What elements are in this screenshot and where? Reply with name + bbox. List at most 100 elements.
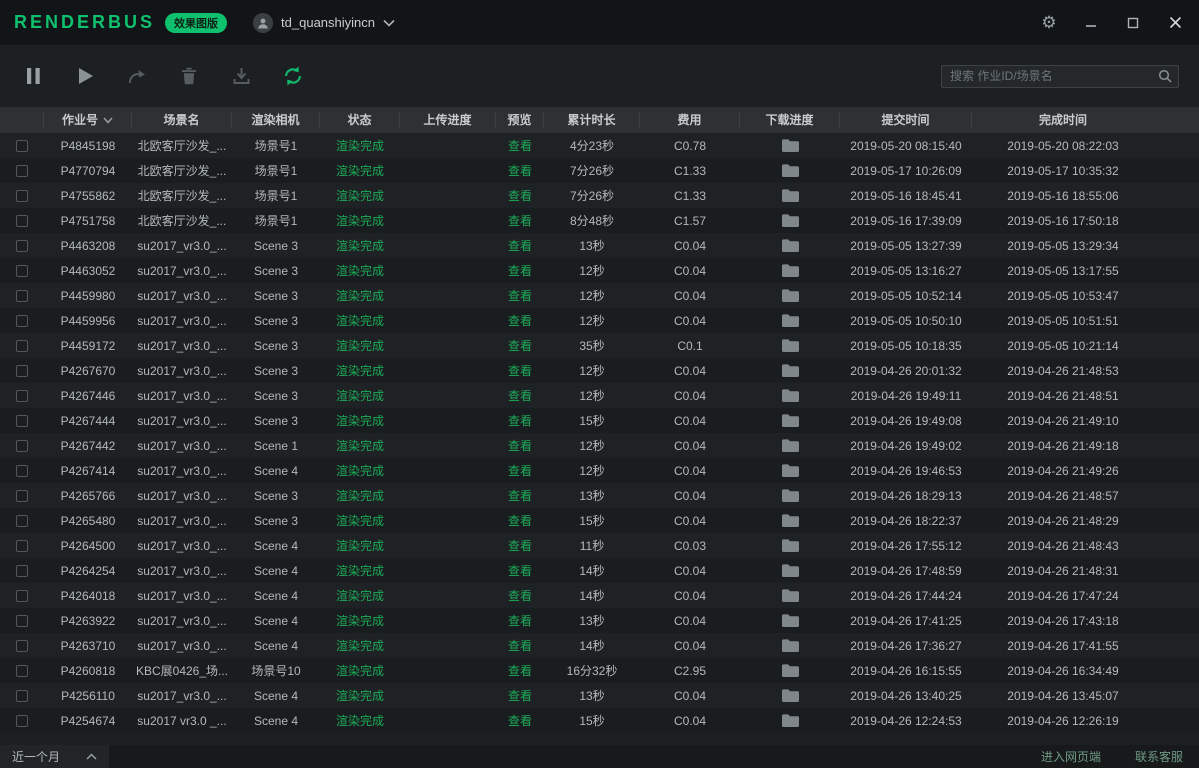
row-checkbox[interactable] bbox=[16, 340, 28, 352]
user-account-menu[interactable]: td_quanshiyincn bbox=[253, 13, 395, 33]
download-button[interactable] bbox=[228, 63, 254, 89]
preview-link[interactable]: 查看 bbox=[496, 508, 544, 533]
row-checkbox[interactable] bbox=[16, 440, 28, 452]
header-job-id[interactable]: 作业号 bbox=[44, 112, 132, 128]
row-checkbox[interactable] bbox=[16, 415, 28, 427]
table-row[interactable]: P4459980su2017_vr3.0_...Scene 3渲染完成查看12秒… bbox=[0, 283, 1199, 308]
download-folder-icon[interactable] bbox=[740, 233, 840, 258]
table-row[interactable]: P4254674su2017 vr3.0 _...Scene 4渲染完成查看15… bbox=[0, 708, 1199, 733]
preview-link[interactable]: 查看 bbox=[496, 183, 544, 208]
preview-link[interactable]: 查看 bbox=[496, 658, 544, 683]
download-folder-icon[interactable] bbox=[740, 508, 840, 533]
preview-link[interactable]: 查看 bbox=[496, 633, 544, 658]
table-row[interactable]: P4463208su2017_vr3.0_...Scene 3渲染完成查看13秒… bbox=[0, 233, 1199, 258]
download-folder-icon[interactable] bbox=[740, 208, 840, 233]
preview-link[interactable]: 查看 bbox=[496, 383, 544, 408]
search-input[interactable] bbox=[950, 69, 1158, 83]
download-folder-icon[interactable] bbox=[740, 383, 840, 408]
row-checkbox[interactable] bbox=[16, 665, 28, 677]
table-row[interactable]: P4263922su2017_vr3.0_...Scene 4渲染完成查看13秒… bbox=[0, 608, 1199, 633]
table-row[interactable]: P4263710su2017_vr3.0_...Scene 4渲染完成查看14秒… bbox=[0, 633, 1199, 658]
preview-link[interactable]: 查看 bbox=[496, 358, 544, 383]
row-checkbox[interactable] bbox=[16, 690, 28, 702]
close-button[interactable] bbox=[1165, 13, 1185, 33]
chevron-down-icon[interactable] bbox=[103, 117, 113, 124]
row-checkbox[interactable] bbox=[16, 165, 28, 177]
table-row[interactable]: P4770794北欧客厅沙发_...场景号1渲染完成查看7分26秒C1.3320… bbox=[0, 158, 1199, 183]
delete-button[interactable] bbox=[176, 63, 202, 89]
row-checkbox[interactable] bbox=[16, 565, 28, 577]
preview-link[interactable]: 查看 bbox=[496, 408, 544, 433]
preview-link[interactable]: 查看 bbox=[496, 483, 544, 508]
row-checkbox[interactable] bbox=[16, 615, 28, 627]
maximize-button[interactable] bbox=[1123, 13, 1143, 33]
download-folder-icon[interactable] bbox=[740, 483, 840, 508]
settings-gear-icon[interactable]: ⚙ bbox=[1039, 13, 1059, 33]
row-checkbox[interactable] bbox=[16, 465, 28, 477]
row-checkbox[interactable] bbox=[16, 240, 28, 252]
table-row[interactable]: P4267442su2017_vr3.0_...Scene 1渲染完成查看12秒… bbox=[0, 433, 1199, 458]
download-folder-icon[interactable] bbox=[740, 708, 840, 733]
contact-support-link[interactable]: 联系客服 bbox=[1135, 748, 1183, 765]
table-row[interactable]: P4463052su2017_vr3.0_...Scene 3渲染完成查看12秒… bbox=[0, 258, 1199, 283]
row-checkbox[interactable] bbox=[16, 190, 28, 202]
table-row[interactable]: P4267414su2017_vr3.0_...Scene 4渲染完成查看12秒… bbox=[0, 458, 1199, 483]
table-row[interactable]: P4264500su2017_vr3.0_...Scene 4渲染完成查看11秒… bbox=[0, 533, 1199, 558]
table-row[interactable]: P4264018su2017_vr3.0_...Scene 4渲染完成查看14秒… bbox=[0, 583, 1199, 608]
row-checkbox[interactable] bbox=[16, 490, 28, 502]
download-folder-icon[interactable] bbox=[740, 333, 840, 358]
table-row[interactable]: P4755862北欧客厅沙发_...场景号1渲染完成查看7分26秒C1.3320… bbox=[0, 183, 1199, 208]
preview-link[interactable]: 查看 bbox=[496, 208, 544, 233]
row-checkbox[interactable] bbox=[16, 215, 28, 227]
preview-link[interactable]: 查看 bbox=[496, 433, 544, 458]
download-folder-icon[interactable] bbox=[740, 558, 840, 583]
preview-link[interactable]: 查看 bbox=[496, 708, 544, 733]
row-checkbox[interactable] bbox=[16, 590, 28, 602]
download-folder-icon[interactable] bbox=[740, 408, 840, 433]
open-web-link[interactable]: 进入网页端 bbox=[1041, 748, 1101, 765]
search-icon[interactable] bbox=[1158, 69, 1172, 83]
row-checkbox[interactable] bbox=[16, 640, 28, 652]
download-folder-icon[interactable] bbox=[740, 283, 840, 308]
preview-link[interactable]: 查看 bbox=[496, 158, 544, 183]
download-folder-icon[interactable] bbox=[740, 633, 840, 658]
row-checkbox[interactable] bbox=[16, 365, 28, 377]
download-folder-icon[interactable] bbox=[740, 258, 840, 283]
row-checkbox[interactable] bbox=[16, 290, 28, 302]
preview-link[interactable]: 查看 bbox=[496, 533, 544, 558]
table-row[interactable]: P4256110su2017_vr3.0_...Scene 4渲染完成查看13秒… bbox=[0, 683, 1199, 708]
preview-link[interactable]: 查看 bbox=[496, 583, 544, 608]
preview-link[interactable]: 查看 bbox=[496, 608, 544, 633]
row-checkbox[interactable] bbox=[16, 265, 28, 277]
pause-button[interactable] bbox=[20, 63, 46, 89]
row-checkbox[interactable] bbox=[16, 390, 28, 402]
table-row[interactable]: P4260818KBC展0426_场...场景号10渲染完成查看16分32秒C2… bbox=[0, 658, 1199, 683]
download-folder-icon[interactable] bbox=[740, 183, 840, 208]
preview-link[interactable]: 查看 bbox=[496, 683, 544, 708]
table-row[interactable]: P4459956su2017_vr3.0_...Scene 3渲染完成查看12秒… bbox=[0, 308, 1199, 333]
row-checkbox[interactable] bbox=[16, 515, 28, 527]
preview-link[interactable]: 查看 bbox=[496, 133, 544, 158]
minimize-button[interactable] bbox=[1081, 13, 1101, 33]
table-row[interactable]: P4751758北欧客厅沙发_...场景号1渲染完成查看8分48秒C1.5720… bbox=[0, 208, 1199, 233]
preview-link[interactable]: 查看 bbox=[496, 283, 544, 308]
preview-link[interactable]: 查看 bbox=[496, 333, 544, 358]
table-row[interactable]: P4264254su2017_vr3.0_...Scene 4渲染完成查看14秒… bbox=[0, 558, 1199, 583]
download-folder-icon[interactable] bbox=[740, 533, 840, 558]
preview-link[interactable]: 查看 bbox=[496, 233, 544, 258]
preview-link[interactable]: 查看 bbox=[496, 308, 544, 333]
download-folder-icon[interactable] bbox=[740, 583, 840, 608]
download-folder-icon[interactable] bbox=[740, 158, 840, 183]
preview-link[interactable]: 查看 bbox=[496, 458, 544, 483]
table-row[interactable]: P4267444su2017_vr3.0_...Scene 3渲染完成查看15秒… bbox=[0, 408, 1199, 433]
table-row[interactable]: P4267446su2017_vr3.0_...Scene 3渲染完成查看12秒… bbox=[0, 383, 1199, 408]
download-folder-icon[interactable] bbox=[740, 658, 840, 683]
row-checkbox[interactable] bbox=[16, 315, 28, 327]
table-row[interactable]: P4845198北欧客厅沙发_...场景号1渲染完成查看4分23秒C0.7820… bbox=[0, 133, 1199, 158]
row-checkbox[interactable] bbox=[16, 715, 28, 727]
preview-link[interactable]: 查看 bbox=[496, 258, 544, 283]
table-row[interactable]: P4267670su2017_vr3.0_...Scene 3渲染完成查看12秒… bbox=[0, 358, 1199, 383]
download-folder-icon[interactable] bbox=[740, 133, 840, 158]
preview-link[interactable]: 查看 bbox=[496, 558, 544, 583]
download-folder-icon[interactable] bbox=[740, 308, 840, 333]
